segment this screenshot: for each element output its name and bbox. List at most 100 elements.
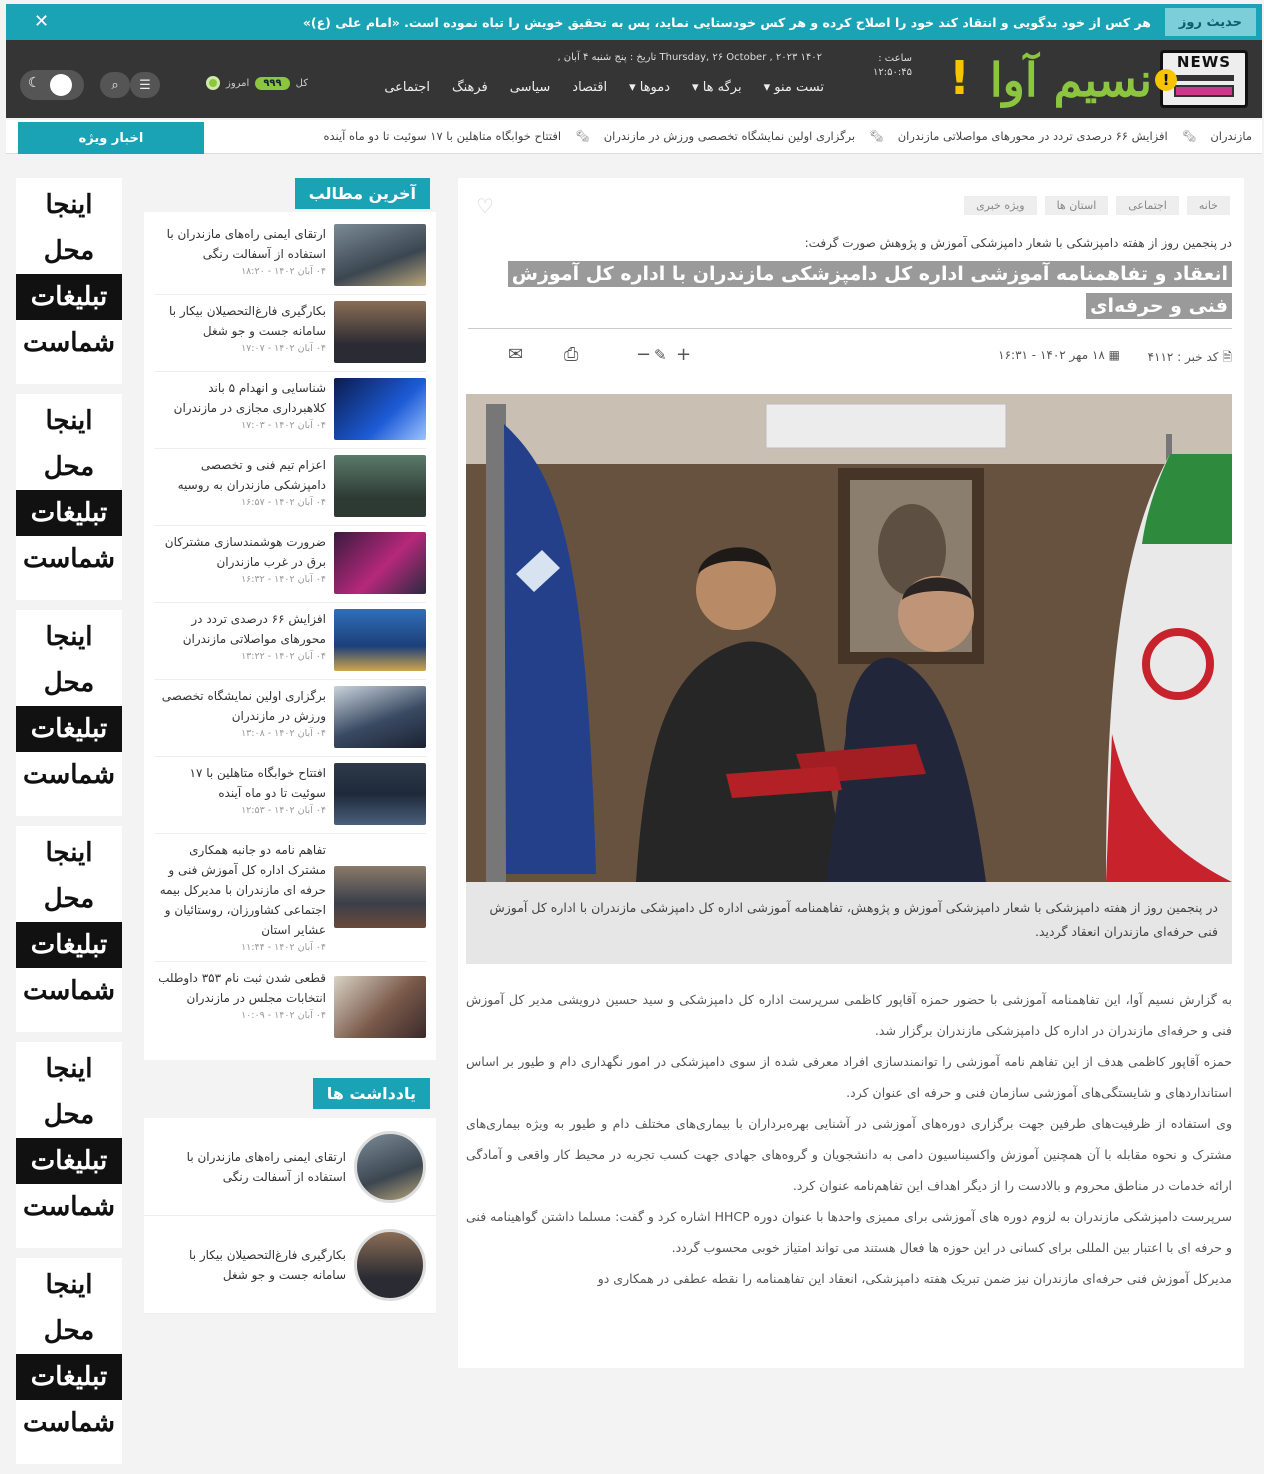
latest-item[interactable]: ارتقای ایمنی راه‌های مازندران با استفاده… <box>154 218 426 295</box>
ad-banner[interactable]: اینجا محل تبلیغات شماست <box>16 1258 122 1464</box>
site-header: NEWS ! نسیم آوا ! ساعت : ۱۲:۵۰:۴۵ Thursd… <box>6 40 1262 118</box>
counter-all-label: کل <box>295 77 308 89</box>
article-photo <box>466 394 1232 882</box>
news-code: 🗎 کد خبر : ۴۱۱۲ <box>1147 350 1232 364</box>
news-logo-icon: NEWS ! <box>1155 50 1248 108</box>
main-menu: تست منو ▾ برگه ها ▾ دموها ▾ اقتصاد سیاسی… <box>384 80 824 95</box>
article-paragraph: سرپرست دامپزشکی مازندران به لزوم دوره ها… <box>466 1209 1232 1255</box>
clock: ساعت : ۱۲:۵۰:۴۵ <box>873 52 912 80</box>
ad-banner[interactable]: اینجا محل تبلیغات شماست <box>16 1042 122 1248</box>
logo-wordmark: نسیم آوا <box>989 53 1152 107</box>
article-paragraph: مدیرکل آموزش فنی حرفه‌ای مازندران نیز ضم… <box>597 1271 1232 1286</box>
hadith-bar: حدیث روز هر کس از خود بدگویی و انتقاد کن… <box>6 4 1262 40</box>
breadcrumb-social[interactable]: اجتماعی <box>1116 196 1179 215</box>
article-photo-illustration <box>466 394 1232 882</box>
ad-banner[interactable]: اینجا محل تبلیغات شماست <box>16 394 122 600</box>
breadcrumb: خانه اجتماعی استان ها ویژه خبری <box>964 196 1230 215</box>
font-decrease-icon[interactable]: − <box>636 344 651 365</box>
search-icon[interactable]: ⌕ <box>100 72 130 98</box>
counter-all-value: ۹۹۹ <box>255 76 290 90</box>
menu-hamburger-icon[interactable]: ☰ <box>130 72 160 98</box>
clock-value: ۱۲:۵۰:۴۵ <box>873 67 912 78</box>
hadith-label: حدیث روز <box>1164 8 1256 36</box>
ad-column: اینجا محل تبلیغات شماست اینجا محل تبلیغات شماس… <box>16 178 122 1474</box>
publish-date: ▦ ۱۸ مهر ۱۴۰۲ - ۱۶:۳۱ <box>998 348 1120 362</box>
article-headline: انعقاد و تفاهمنامه آموزشی اداره کل دامپز… <box>468 258 1232 322</box>
ticker-item[interactable]: مازندران <box>1210 129 1252 143</box>
breadcrumb-featured[interactable]: ویژه خبری <box>964 196 1037 215</box>
breadcrumb-provinces[interactable]: استان ها <box>1044 196 1109 215</box>
article: خانه اجتماعی استان ها ویژه خبری ♡ در پنج… <box>458 178 1244 1368</box>
site-logo[interactable]: NEWS ! نسیم آوا ! <box>949 46 1248 114</box>
article-paragraph: به گزارش نسیم آوا، این تفاهمنامه آموزشی … <box>466 992 1232 1038</box>
pen-icon: ✎ <box>654 346 667 364</box>
latest-item[interactable]: افزایش ۶۶ درصدی تردد در محورهای مواصلاتی… <box>154 603 426 680</box>
news-ticker: مازندران 🗞 افزایش ۶۶ درصدی تردد در محوره… <box>6 120 1262 154</box>
latest-item[interactable]: اعزام تیم فنی و تخصصی دامپزشکی مازندران … <box>154 449 426 526</box>
breadcrumb-home[interactable]: خانه <box>1186 196 1230 215</box>
hadith-text: هر کس از خود بدگویی و انتقاد کند خود را … <box>302 14 1151 30</box>
latest-item[interactable]: ضرورت هوشمندسازی مشترکان برق در غرب مازن… <box>154 526 426 603</box>
print-icon[interactable]: ⎙ <box>564 344 578 365</box>
dark-mode-toggle[interactable]: ☾ <box>20 70 84 100</box>
menu-item-culture[interactable]: فرهنگ <box>452 80 488 95</box>
menu-item-pages[interactable]: برگه ها ▾ <box>692 80 742 95</box>
ad-banner[interactable]: اینجا محل تبلیغات شماست <box>16 826 122 1032</box>
menu-item-demos[interactable]: دموها ▾ <box>629 80 670 95</box>
visit-counters: کل ۹۹۹ امروز <box>206 76 308 90</box>
note-thumbnail <box>354 1130 426 1203</box>
article-toolbar: 🗎 کد خبر : ۴۱۱۲ ▦ ۱۸ مهر ۱۴۰۲ - ۱۶:۳۱ + … <box>468 344 1232 370</box>
ticker-bullet-icon: 🗞 <box>575 129 590 143</box>
notes-title: یادداشت ها <box>312 1078 430 1109</box>
article-paragraph: وی استفاده از ظرفیت‌های طرفین جهت برگزار… <box>466 1116 1232 1193</box>
header-date: Thursday, ۲۶ October , ۲۰۲۳ ۱۴۰۲ تاریخ :… <box>557 52 822 63</box>
ticker-item[interactable]: افزایش ۶۶ درصدی تردد در محورهای مواصلاتی… <box>898 129 1168 143</box>
news-thumbnail <box>334 686 426 748</box>
sidebar: آخرین مطالب ارتقای ایمنی راه‌های مازندرا… <box>144 178 436 1314</box>
online-dot-icon <box>206 76 220 90</box>
email-icon[interactable]: ✉ <box>508 344 523 365</box>
ticker-item[interactable]: افتتاح خوابگاه متاهلین با ۱۷ سوئیت تا دو… <box>323 129 561 143</box>
latest-item[interactable]: شناسایی و انهدام ۵ باند کلاهبرداری مجازی… <box>154 372 426 449</box>
news-thumbnail <box>334 224 426 286</box>
ticker-item[interactable]: برگزاری اولین نمایشگاه تخصصی ورزش در ماز… <box>604 129 855 143</box>
news-thumbnail <box>334 455 426 517</box>
news-thumbnail <box>334 866 426 928</box>
latest-item[interactable]: تفاهم نامه دو جانبه همکاری مشترک اداره ک… <box>154 834 426 962</box>
ticker-bullet-icon: 🗞 <box>1181 129 1197 143</box>
font-increase-icon[interactable]: + <box>676 344 691 365</box>
news-thumbnail <box>334 976 426 1038</box>
menu-item-economy[interactable]: اقتصاد <box>572 80 607 95</box>
latest-item[interactable]: افتتاح خوابگاه متاهلین با ۱۷ سوئیت تا دو… <box>154 757 426 834</box>
article-kicker: در پنجمین روز از هفته دامپزشکی با شعار د… <box>804 236 1232 250</box>
close-icon[interactable]: ✕ <box>34 11 49 32</box>
latest-item[interactable]: برگزاری اولین نمایشگاه تخصصی ورزش در ماز… <box>154 680 426 757</box>
menu-item-social[interactable]: اجتماعی <box>384 80 430 95</box>
article-paragraph: حمزه آقاپور کاظمی هدف از این تفاهم نامه … <box>466 1054 1232 1100</box>
note-item[interactable]: بکارگیری فارغ‌التحصیلان بیکار با سامانه … <box>144 1216 436 1314</box>
latest-item[interactable]: قطعی شدن ثبت نام ۳۵۳ داوطلب انتخابات مجل… <box>154 962 426 1056</box>
logo-exclaim-icon: ! <box>949 51 970 105</box>
note-thumbnail <box>354 1228 426 1301</box>
latest-item[interactable]: بکارگیری فارغ‌التحصیلان بیکار با سامانه … <box>154 295 426 372</box>
counter-today-label: امروز <box>226 77 250 89</box>
news-thumbnail <box>334 378 426 440</box>
heart-icon[interactable]: ♡ <box>476 194 494 218</box>
photo-caption: در پنجمین روز از هفته دامپزشکی با شعار د… <box>466 882 1232 964</box>
news-thumbnail <box>334 609 426 671</box>
article-body: به گزارش نسیم آوا، این تفاهمنامه آموزشی … <box>466 984 1232 1294</box>
latest-list: ارتقای ایمنی راه‌های مازندران با استفاده… <box>144 212 436 1060</box>
ad-banner[interactable]: اینجا محل تبلیغات شماست <box>16 610 122 816</box>
note-item[interactable]: ارتقای ایمنی راه‌های مازندران با استفاده… <box>144 1118 436 1216</box>
ticker-bullet-icon: 🗞 <box>869 129 884 143</box>
news-thumbnail <box>334 532 426 594</box>
news-thumbnail <box>334 301 426 363</box>
menu-item-test[interactable]: تست منو ▾ <box>764 80 824 95</box>
ticker-items: مازندران 🗞 افزایش ۶۶ درصدی تردد در محوره… <box>323 129 1252 143</box>
ad-banner[interactable]: اینجا محل تبلیغات شماست <box>16 178 122 384</box>
news-thumbnail <box>334 763 426 825</box>
moon-icon: ☾ <box>28 75 41 91</box>
ticker-label: اخبار ویژه <box>18 122 204 154</box>
menu-item-politics[interactable]: سیاسی <box>510 80 551 95</box>
clock-label: ساعت : <box>878 53 912 64</box>
